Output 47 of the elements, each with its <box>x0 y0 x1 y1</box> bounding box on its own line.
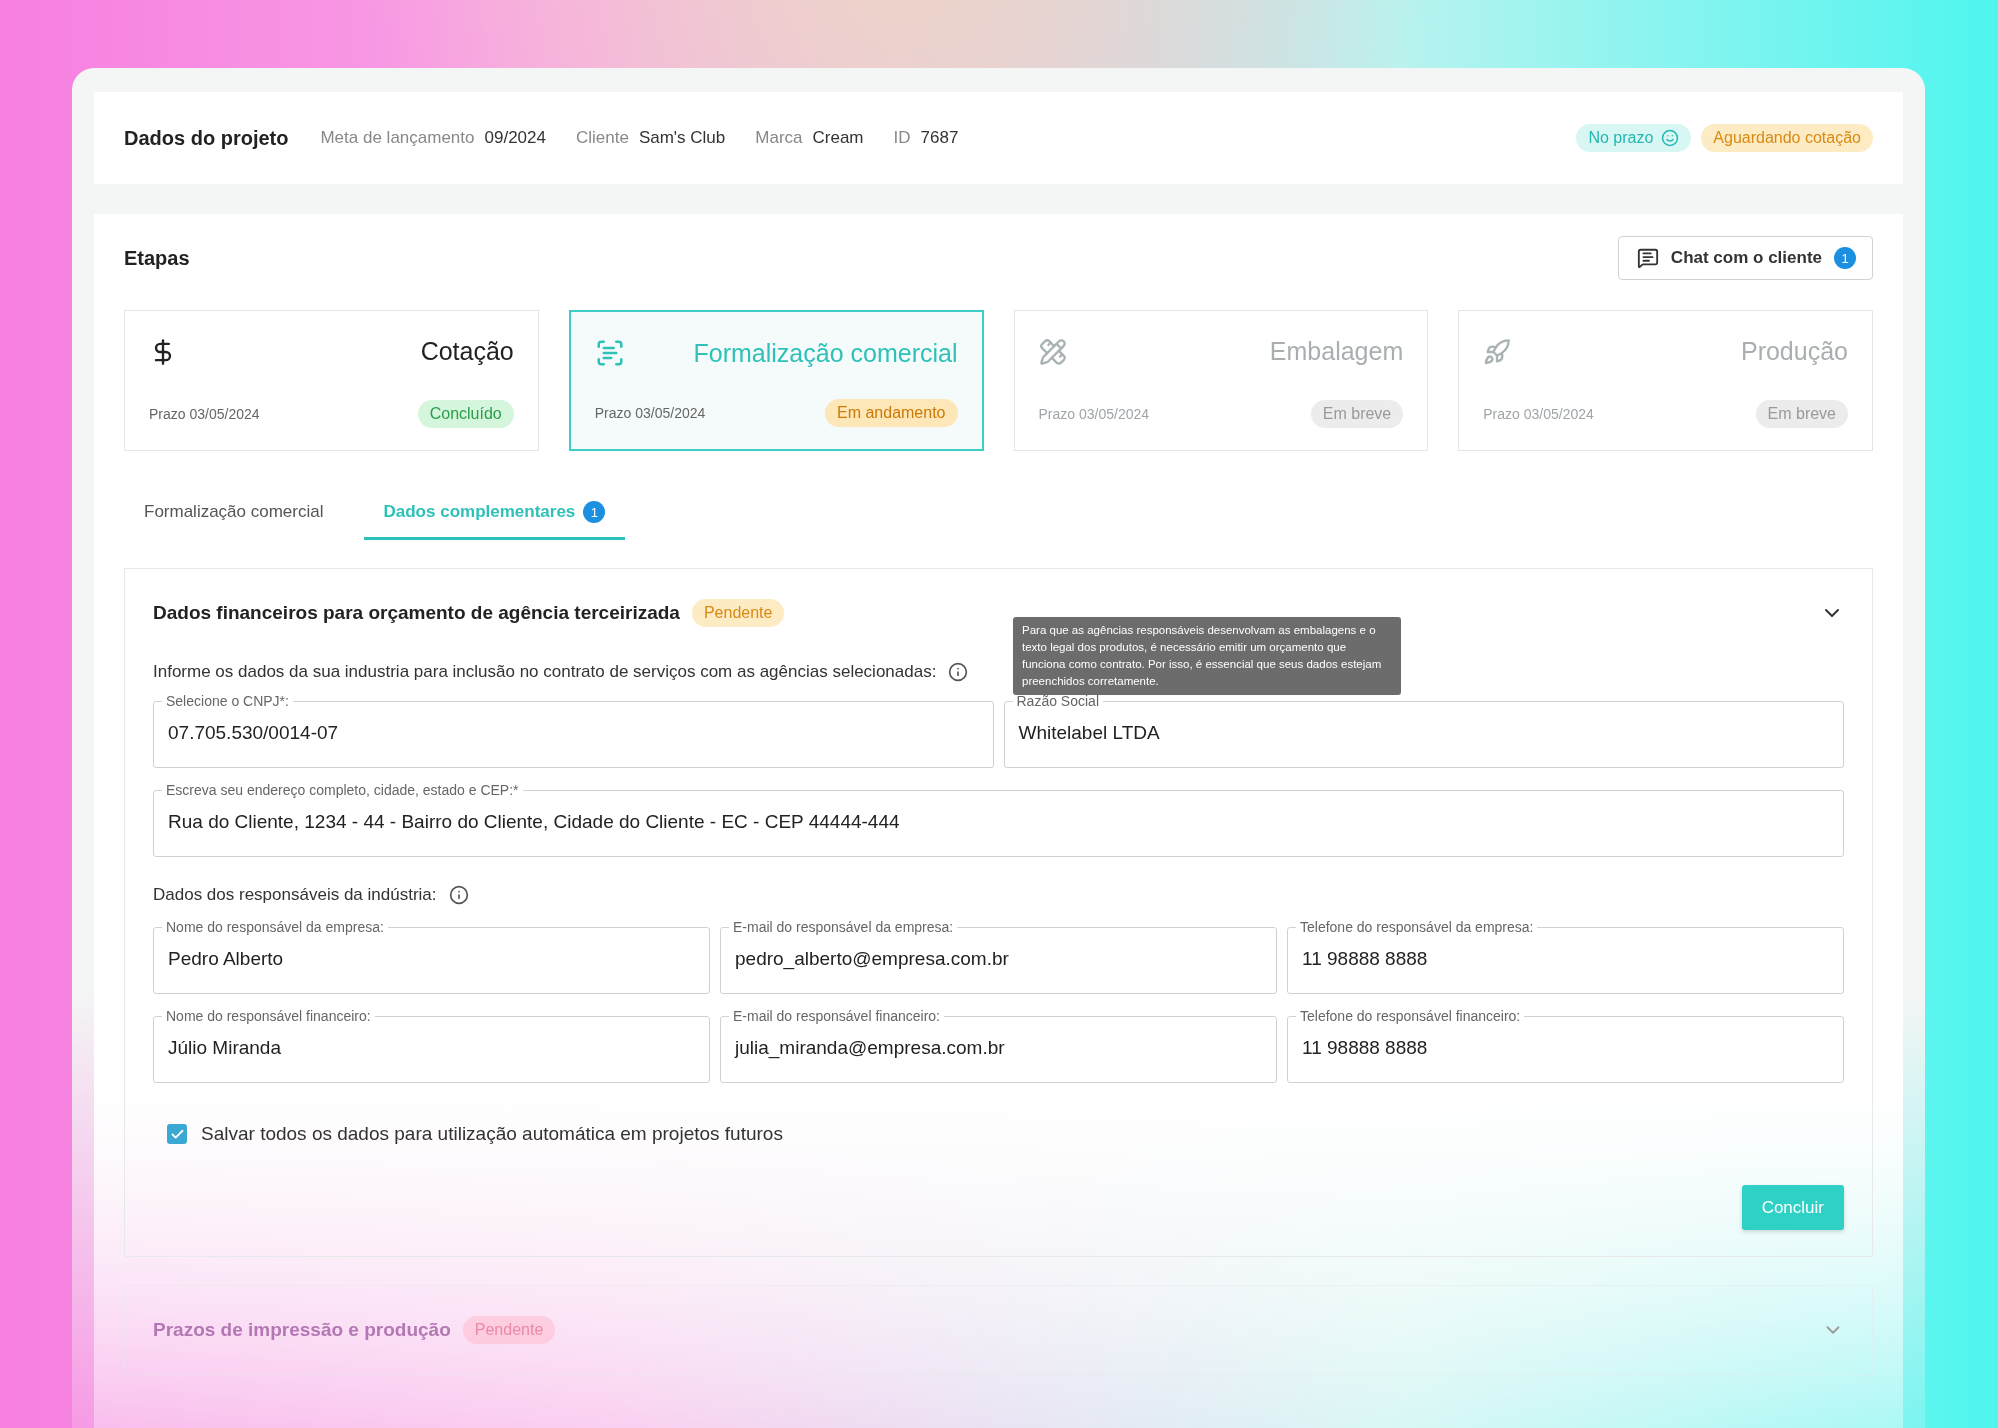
section-title: Etapas <box>124 246 190 270</box>
status-badge: Concluído <box>417 400 514 428</box>
input-field[interactable]: Telefone do responsável da empresa: 11 98888 8888 <box>1287 919 1844 994</box>
status-badge: Pendente <box>462 1316 556 1344</box>
stage-card[interactable]: Cotação Prazo 03/05/2024 Concluído <box>124 310 539 451</box>
stage-title: Formalização comercial <box>693 338 958 368</box>
stage-deadline: Prazo 03/05/2024 <box>149 406 260 422</box>
instruction-text: Informe os dados da sua industria para inclusão no contrato de serviços com as agências selecionadas: <box>153 662 937 682</box>
status-badge: Em breve <box>1310 400 1404 428</box>
project-meta: Meta de lançamento 09/2024 <box>320 128 546 148</box>
project-meta: ID 7687 <box>893 128 959 148</box>
info-icon[interactable] <box>448 885 469 905</box>
stage-card[interactable]: Formalização comercial Prazo 03/05/2024 Em andamento <box>568 310 984 451</box>
input-field[interactable]: Razão Social Whitelabel LTDA <box>1003 693 1844 768</box>
tooltip: Para que as agências responsáveis desenvolvam as embalagens e o texto legal dos produtos, é necessário emitir um orçamento que funciona como contrato. Por isso, é essencial que seus dados estejam preenchidos corretamente. <box>1013 617 1401 695</box>
input-field[interactable]: E-mail do responsável da empresa: pedro_alberto@empresa.com.br <box>720 919 1277 994</box>
status-badge: Aguardando cotação <box>1701 124 1873 152</box>
input-field[interactable]: Nome do responsável financeiro: Júlio Miranda <box>153 1008 710 1083</box>
status-badge: Em breve <box>1755 400 1848 428</box>
stage-title: Embalagem <box>1269 337 1404 366</box>
input-field[interactable]: E-mail do responsável financeiro: julia_miranda@empresa.com.br <box>720 1008 1277 1083</box>
input-field[interactable]: Nome do responsável da empresa: Pedro Alberto <box>153 919 710 994</box>
field-group-label: Dados dos responsáveis da indústria: <box>153 885 437 905</box>
project-meta: Marca Cream <box>755 128 864 148</box>
input-field[interactable]: Telefone do responsável financeiro: 11 98888 8888 <box>1287 1008 1844 1083</box>
accordion-title[interactable]: Dados financeiros para orçamento de agência terceirizada <box>153 602 680 624</box>
smiley-icon <box>1661 129 1680 147</box>
status-badge: Pendente <box>691 599 785 627</box>
stage-deadline: Prazo 03/05/2024 <box>1038 406 1150 422</box>
project-title: Dados do projeto <box>124 126 289 150</box>
stage-deadline: Prazo 03/05/2024 <box>1483 406 1594 422</box>
input-field[interactable]: Selecione o CNPJ*: 07.705.530/0014-07 <box>153 693 994 768</box>
checkbox[interactable] <box>167 1124 187 1144</box>
checkbox-label: Salvar todos os dados para utilização automática em projetos futuros <box>201 1123 783 1145</box>
tab[interactable]: Formalização comercial <box>124 491 344 540</box>
project-meta: Cliente Sam's Club <box>575 128 726 148</box>
pencil-ruler-icon <box>1038 337 1067 366</box>
input-field[interactable]: Escreva seu endereço completo, cidade, estado e CEP:* Rua do Cliente, 1234 - 44 - Bairro do Cliente, Cidade do Cliente - EC - CEP 44444-444 <box>153 782 1844 857</box>
stage-deadline: Prazo 03/05/2024 <box>594 405 706 421</box>
chat-icon <box>1636 247 1659 269</box>
status-badge: No prazo <box>1576 124 1692 152</box>
status-badge: Em andamento <box>825 399 958 427</box>
chat-button[interactable]: Chat com o cliente 1 <box>1617 236 1873 280</box>
rocket-icon <box>1483 337 1512 366</box>
stage-title: Produção <box>1740 337 1848 366</box>
stage-title: Cotação <box>420 337 514 366</box>
info-icon[interactable] <box>948 662 969 682</box>
